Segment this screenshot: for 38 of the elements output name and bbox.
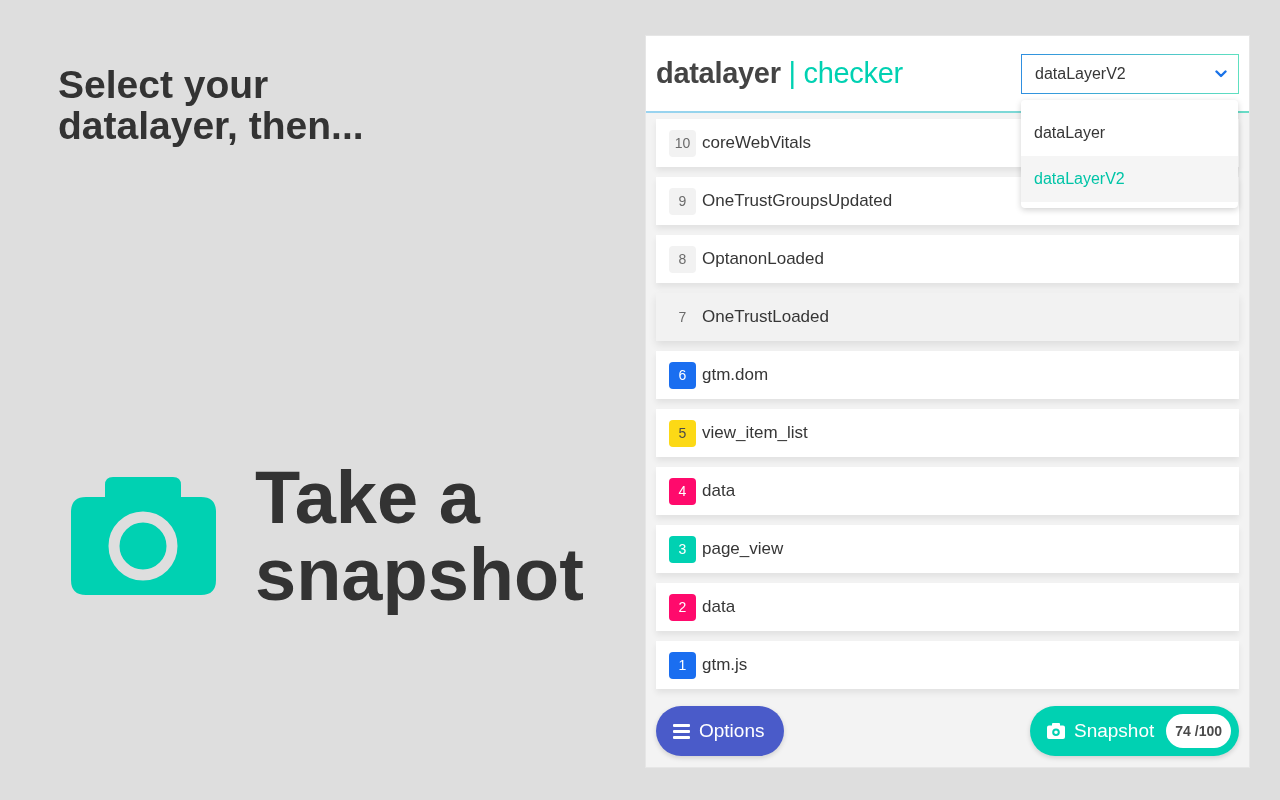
event-number: 10 xyxy=(669,129,696,157)
event-row[interactable]: 7 OneTrustLoaded xyxy=(656,293,1239,341)
event-row[interactable]: 4 data xyxy=(656,467,1239,515)
event-name: gtm.dom xyxy=(702,365,769,385)
event-name: data xyxy=(702,481,736,501)
event-name: data xyxy=(702,597,736,617)
event-name: view_item_list xyxy=(702,423,808,443)
event-name: coreWebVitals xyxy=(702,133,811,153)
datalayer-select[interactable]: dataLayerV2 xyxy=(1021,53,1239,94)
event-name: OneTrustLoaded xyxy=(702,307,829,327)
snapshot-counter: 74 /100 xyxy=(1166,714,1231,748)
event-row[interactable]: 1 gtm.js xyxy=(656,641,1239,689)
intro-heading: Select your datalayer, then... xyxy=(58,64,365,146)
event-number: 3 xyxy=(669,535,696,563)
options-button[interactable]: Options xyxy=(656,706,785,756)
event-number: 8 xyxy=(669,245,696,273)
event-name: gtm.js xyxy=(702,655,748,675)
camera-icon xyxy=(1047,723,1065,739)
event-number: 5 xyxy=(669,419,696,447)
event-name: OptanonLoaded xyxy=(702,249,824,269)
snapshot-button[interactable]: Snapshot 74 /100 xyxy=(1030,706,1239,756)
menu-icon xyxy=(673,723,690,739)
event-row[interactable]: 3 page_view xyxy=(656,525,1239,573)
app-logo: datalayer | checker xyxy=(656,57,903,90)
chevron-down-icon xyxy=(1215,69,1227,78)
event-row[interactable]: 5 view_item_list xyxy=(656,409,1239,457)
event-row[interactable]: 6 gtm.dom xyxy=(656,351,1239,399)
cta-text: Take a snapshot xyxy=(255,459,585,613)
camera-icon xyxy=(71,477,216,595)
event-name: page_view xyxy=(702,539,784,559)
event-number: 1 xyxy=(669,651,696,679)
event-number: 2 xyxy=(669,593,696,621)
event-number: 9 xyxy=(669,187,696,215)
event-row[interactable]: 2 data xyxy=(656,583,1239,631)
event-number: 4 xyxy=(669,477,696,505)
event-row[interactable]: 8 OptanonLoaded xyxy=(656,235,1239,283)
event-name: OneTrustGroupsUpdated xyxy=(702,191,893,211)
event-number: 6 xyxy=(669,361,696,389)
